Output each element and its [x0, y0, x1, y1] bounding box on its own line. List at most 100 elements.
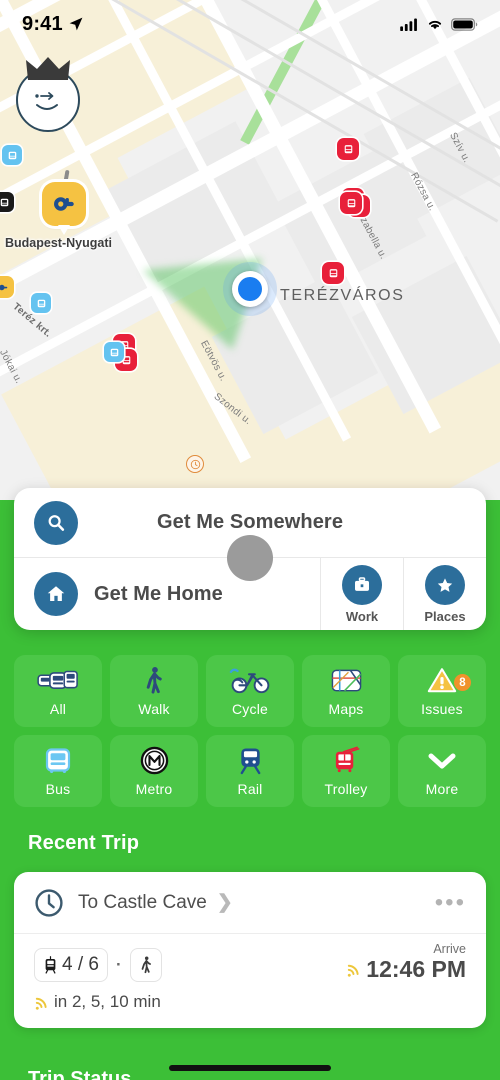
station-marker-budapest-nyugati[interactable]	[42, 182, 86, 235]
trip-destination-label: To Castle Cave	[78, 891, 207, 913]
bus-icon	[37, 299, 45, 307]
clock-time: 9:41	[22, 12, 63, 35]
issues-count-badge: 8	[453, 673, 472, 692]
mode-button-cycle[interactable]: Cycle	[206, 655, 294, 727]
location-dot	[232, 271, 268, 307]
bicycle-icon	[228, 666, 272, 696]
trolley-stop-marker[interactable]	[322, 262, 344, 284]
mode-button-issues[interactable]: 8 Issues	[398, 655, 486, 727]
map-view[interactable]: Szív u. Rózsa u. Izabella u. Teréz krt. …	[0, 0, 500, 500]
transit-app-screen: Szív u. Rózsa u. Izabella u. Teréz krt. …	[0, 0, 500, 1080]
search-glyph	[48, 514, 65, 531]
transport-mode-grid: All Walk Cycle Maps 8 Issues Bus Metro R…	[14, 655, 486, 807]
train-icon	[237, 746, 264, 776]
station-marker-small[interactable]	[0, 276, 14, 298]
home-glyph	[47, 586, 65, 601]
map-background	[0, 0, 500, 500]
trolley-stop-marker[interactable]	[337, 138, 359, 160]
status-bar-right	[400, 17, 478, 31]
mode-label: More	[425, 780, 459, 797]
status-bar: 9:41	[0, 0, 500, 48]
bus-stop-marker[interactable]	[2, 145, 22, 165]
all-transit-icon	[37, 666, 79, 696]
search-card: Get Me Somewhere Get Me Home Work Places	[14, 488, 486, 630]
trip-overflow-menu-button[interactable]: •••	[435, 890, 466, 914]
home-icon	[34, 572, 78, 616]
arrive-time-text: 12:46 PM	[366, 956, 466, 982]
get-me-somewhere-label: Get Me Somewhere	[156, 511, 344, 533]
get-me-home-label: Get Me Home	[94, 582, 223, 605]
places-shortcut-label: Places	[424, 608, 466, 624]
tram-icon	[0, 198, 8, 206]
sheet-drag-handle[interactable]	[227, 535, 273, 581]
rail-station-icon	[54, 197, 74, 211]
mode-button-more[interactable]: More	[398, 735, 486, 807]
work-shortcut-button[interactable]: Work	[320, 558, 403, 630]
arrive-label: Arrive	[433, 942, 466, 956]
star-glyph	[437, 577, 453, 592]
walk-icon	[141, 956, 151, 974]
recent-trip-card[interactable]: To Castle Cave ❯ ••• 4 / 6 · in 2, 5, 10…	[14, 872, 486, 1028]
trolley-stop-marker[interactable]	[340, 192, 362, 214]
arrive-time-value: 12:46 PM	[346, 956, 466, 983]
metro-m-icon	[140, 746, 169, 776]
recent-trip-heading: Recent Trip	[28, 832, 140, 854]
departure-times: in 2, 5, 10 min	[34, 992, 466, 1012]
search-icon	[34, 500, 78, 545]
chevron-right-icon: ❯	[216, 892, 233, 913]
mode-button-maps[interactable]: Maps	[302, 655, 390, 727]
mode-button-trolley[interactable]: Trolley	[302, 735, 390, 807]
mode-button-walk[interactable]: Walk	[110, 655, 198, 727]
clock-poi-icon[interactable]	[186, 455, 204, 473]
arrival-info: Arrive 12:46 PM	[346, 942, 466, 983]
tram-route-numbers: 4 / 6	[62, 954, 99, 975]
transit-stop-marker[interactable]	[0, 192, 14, 212]
mode-label: Trolley	[324, 780, 368, 797]
walk-icon	[142, 666, 166, 696]
trip-card-header[interactable]: To Castle Cave ❯ •••	[14, 872, 486, 934]
poi-clock-glyph	[190, 459, 200, 469]
trip-status-heading: Trip Status	[28, 1068, 132, 1080]
tram-icon	[45, 956, 56, 974]
bus-stop-marker[interactable]	[104, 342, 124, 362]
user-location-marker	[223, 262, 277, 316]
leg-separator: ·	[115, 955, 122, 974]
mode-label: All	[49, 700, 67, 717]
work-shortcut-label: Work	[345, 608, 379, 624]
smiley-face-icon	[35, 92, 58, 110]
mode-label: Cycle	[231, 700, 268, 717]
wifi-icon	[428, 20, 442, 30]
status-bar-left: 9:41	[22, 13, 84, 36]
mode-button-bus[interactable]: Bus	[14, 735, 102, 807]
crown-icon	[26, 57, 70, 80]
battery-full-icon	[451, 17, 478, 31]
mode-button-metro[interactable]: Metro	[110, 735, 198, 807]
bus-icon	[8, 151, 16, 159]
mode-label: Rail	[237, 780, 263, 797]
clock-icon	[35, 888, 63, 917]
mode-label: Maps	[328, 700, 364, 717]
briefcase-icon	[342, 564, 382, 605]
bus-stop-marker[interactable]	[31, 293, 51, 313]
cellular-signal-icon	[400, 17, 417, 31]
bus-icon	[44, 746, 72, 776]
get-me-home-button[interactable]: Get Me Home	[14, 572, 223, 616]
star-icon	[425, 564, 465, 605]
trolley-icon	[329, 268, 337, 277]
quick-destinations: Work Places	[320, 558, 486, 630]
trolley-icon	[344, 144, 352, 153]
folded-map-icon	[331, 666, 362, 696]
user-avatar-button[interactable]	[16, 57, 80, 132]
home-indicator[interactable]	[169, 1065, 331, 1071]
mode-label: Walk	[138, 700, 170, 717]
trip-card-body: 4 / 6 · in 2, 5, 10 min Arrive 12:46 PM	[14, 934, 486, 1028]
places-shortcut-button[interactable]: Places	[403, 558, 486, 630]
tram-leg-chip[interactable]: 4 / 6	[34, 948, 108, 982]
location-arrow-icon	[69, 17, 83, 31]
mode-button-all[interactable]: All	[14, 655, 102, 727]
realtime-icon	[348, 964, 359, 977]
station-name-label: Budapest-Nyugati	[5, 236, 112, 250]
mode-label: Metro	[135, 780, 173, 797]
mode-button-rail[interactable]: Rail	[206, 735, 294, 807]
walk-leg-chip[interactable]	[129, 948, 162, 982]
